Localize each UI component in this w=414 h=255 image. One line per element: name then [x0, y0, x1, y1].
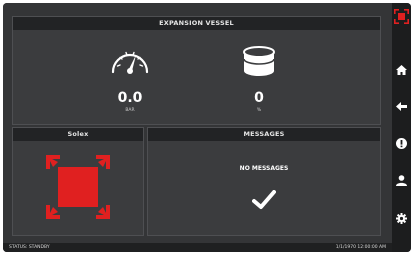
solex-title: Solex	[13, 128, 143, 141]
pressure-value: 0.0	[117, 90, 143, 106]
gear-icon[interactable]	[392, 208, 411, 228]
home-icon[interactable]	[392, 60, 411, 80]
solex-logo-icon[interactable]	[392, 6, 411, 26]
expansion-vessel-title: EXPANSION VESSEL	[13, 17, 380, 30]
messages-panel: MESSAGES NO MESSAGES	[147, 127, 381, 236]
expansion-vessel-panel: EXPANSION VESSEL 0.0 BAR 0 %	[12, 16, 381, 125]
solex-device-icon[interactable]	[44, 153, 112, 225]
status-bar: STATUS: STANDBY 1/1/1970 12:00:00 AM	[3, 243, 392, 252]
status-text: STATUS: STANDBY	[9, 245, 50, 250]
main-area: EXPANSION VESSEL 0.0 BAR 0 % Solex MESSA…	[3, 3, 392, 252]
touch-screen: EXPANSION VESSEL 0.0 BAR 0 % Solex MESSA…	[3, 3, 411, 252]
no-messages-text: NO MESSAGES	[239, 165, 289, 172]
pressure-gauge-icon	[109, 46, 151, 80]
sidebar	[392, 3, 411, 252]
level-value: 0	[254, 90, 264, 106]
user-icon[interactable]	[392, 170, 411, 190]
messages-title: MESSAGES	[148, 128, 380, 141]
back-arrow-icon[interactable]	[392, 96, 411, 116]
status-datetime: 1/1/1970 12:00:00 AM	[335, 245, 386, 250]
solex-panel[interactable]: Solex	[12, 127, 144, 236]
exclamation-icon[interactable]	[392, 133, 411, 153]
checkmark-icon	[252, 190, 276, 214]
pressure-unit: BAR	[125, 108, 135, 113]
level-unit: %	[256, 108, 262, 113]
tank-level-icon	[241, 46, 277, 82]
